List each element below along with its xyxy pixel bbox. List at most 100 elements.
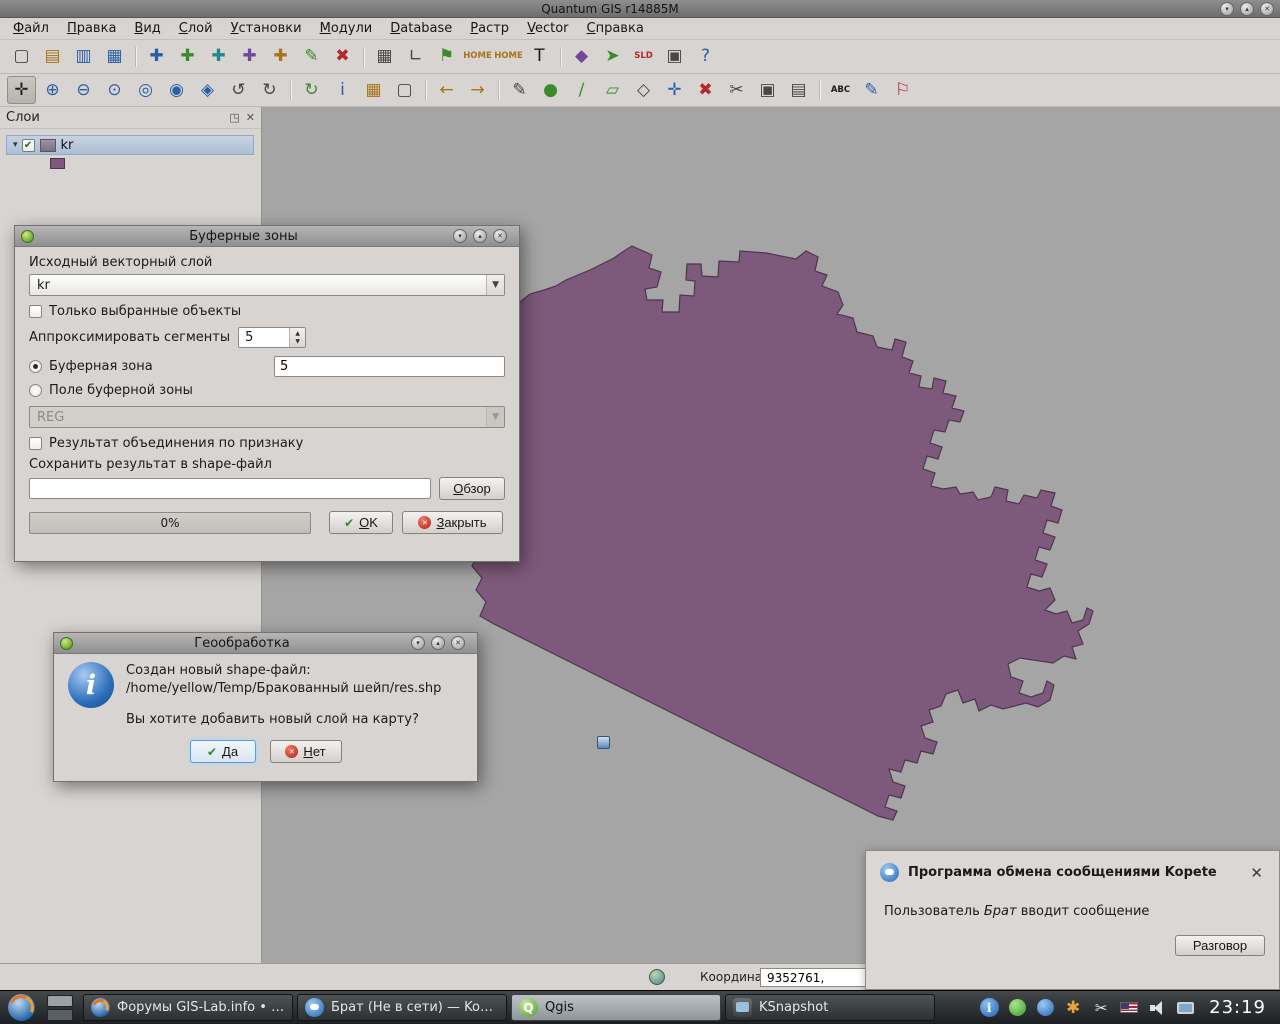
zoom-full-icon[interactable]: ◎ bbox=[131, 76, 160, 104]
identify-icon[interactable]: i bbox=[328, 76, 357, 104]
buffer-distance-radio[interactable] bbox=[29, 360, 42, 373]
toolbar-separator[interactable] bbox=[421, 76, 430, 104]
menu-item[interactable]: Установки bbox=[222, 19, 311, 38]
zoom-layer-icon[interactable]: ◈ bbox=[193, 76, 222, 104]
measure-dropdown-icon[interactable]: ∟ bbox=[401, 43, 430, 71]
save-path-input[interactable] bbox=[29, 478, 431, 499]
close-icon[interactable]: ✕ bbox=[1260, 2, 1274, 16]
pan-icon[interactable]: ✛ bbox=[7, 76, 36, 104]
attribute-table-icon[interactable]: ▦ bbox=[370, 43, 399, 71]
add-raster-layer-icon[interactable]: ✚ bbox=[173, 43, 202, 71]
browse-button[interactable]: Обзор bbox=[439, 477, 505, 500]
menu-item[interactable]: Vector bbox=[518, 19, 577, 38]
only-selected-checkbox[interactable] bbox=[29, 305, 42, 318]
add-spatialite-layer-icon[interactable]: ✚ bbox=[235, 43, 264, 71]
tree-expander-icon[interactable]: ▾ bbox=[13, 140, 18, 150]
volume-icon[interactable] bbox=[1145, 996, 1169, 1020]
delete-selected-icon[interactable]: ✖ bbox=[691, 76, 720, 104]
toolbar-separator[interactable] bbox=[815, 76, 824, 104]
display-settings-icon[interactable] bbox=[1173, 996, 1197, 1020]
text-annotation-icon[interactable]: T bbox=[525, 43, 554, 71]
menu-item[interactable]: Модули bbox=[311, 19, 382, 38]
capture-point-icon[interactable]: ● bbox=[536, 76, 565, 104]
buffer-field-radio[interactable] bbox=[29, 384, 42, 397]
dialog-close-icon[interactable]: ✕ bbox=[493, 229, 507, 243]
maximize-icon[interactable]: ▴ bbox=[1240, 2, 1254, 16]
dialog-maximize-icon[interactable]: ▴ bbox=[431, 636, 445, 650]
select-features-icon[interactable]: ▦ bbox=[359, 76, 388, 104]
layer-row[interactable]: ▾ ✔ kr bbox=[6, 135, 254, 155]
desktop-pager-2[interactable] bbox=[47, 1009, 73, 1021]
taskbar-task[interactable]: Q Qgis bbox=[511, 994, 721, 1021]
layer-checkbox[interactable]: ✔ bbox=[22, 139, 35, 152]
panel-close-icon[interactable]: ✕ bbox=[246, 111, 255, 124]
save-project-icon[interactable]: ▥ bbox=[69, 43, 98, 71]
menu-item[interactable]: Справка bbox=[578, 19, 653, 38]
decoration-icon[interactable]: ⚐ bbox=[888, 76, 917, 104]
capture-polygon-icon[interactable]: ▱ bbox=[598, 76, 627, 104]
capture-line-icon[interactable]: ∕ bbox=[567, 76, 596, 104]
klipper-icon[interactable]: ✂ bbox=[1089, 996, 1113, 1020]
zoom-last-icon[interactable]: ↺ bbox=[224, 76, 253, 104]
menu-item[interactable]: Правка bbox=[58, 19, 125, 38]
bookmark-home-icon[interactable]: HOME bbox=[494, 43, 523, 71]
annotation-icon[interactable]: ✎ bbox=[857, 76, 886, 104]
new-shapefile-icon[interactable]: ✎ bbox=[297, 43, 326, 71]
dialog-minimize-icon[interactable]: ▾ bbox=[411, 636, 425, 650]
dissolve-checkbox[interactable] bbox=[29, 437, 42, 450]
kopete-online-icon[interactable] bbox=[1005, 996, 1029, 1020]
minimize-icon[interactable]: ▾ bbox=[1220, 2, 1234, 16]
spinner-arrows-icon[interactable]: ▲▼ bbox=[289, 328, 305, 347]
taskbar-task[interactable]: Брат (Не в сети) — Kopete bbox=[297, 994, 507, 1021]
save-project-as-icon[interactable]: ▦ bbox=[100, 43, 129, 71]
toolbar-separator[interactable] bbox=[359, 43, 368, 71]
toolbar-separator[interactable] bbox=[286, 76, 295, 104]
move-feature-icon[interactable]: ✛ bbox=[660, 76, 689, 104]
help-icon[interactable]: ? bbox=[691, 43, 720, 71]
toolbar-separator[interactable] bbox=[494, 76, 503, 104]
map-tips-icon[interactable]: ⚑ bbox=[432, 43, 461, 71]
open-project-icon[interactable]: ▤ bbox=[38, 43, 67, 71]
close-button[interactable]: ✕ Закрыть bbox=[402, 511, 503, 534]
menu-item[interactable]: Слой bbox=[170, 19, 222, 38]
redo-icon[interactable]: → bbox=[463, 76, 492, 104]
dialog-maximize-icon[interactable]: ▴ bbox=[473, 229, 487, 243]
firefox-launcher[interactable] bbox=[8, 994, 35, 1021]
style-manager-icon[interactable]: ◆ bbox=[567, 43, 596, 71]
notifications-icon[interactable]: i bbox=[977, 996, 1001, 1020]
add-vector-layer-icon[interactable]: ✚ bbox=[142, 43, 171, 71]
home-extent-icon[interactable]: HOME bbox=[463, 43, 492, 71]
toggle-editing-icon[interactable]: ✎ bbox=[505, 76, 534, 104]
python-console-icon[interactable]: ➤ bbox=[598, 43, 627, 71]
cut-features-icon[interactable]: ✂ bbox=[722, 76, 751, 104]
new-project-icon[interactable]: ▢ bbox=[7, 43, 36, 71]
zoom-next-icon[interactable]: ↻ bbox=[255, 76, 284, 104]
node-tool-icon[interactable]: ◇ bbox=[629, 76, 658, 104]
kde-settings-icon[interactable]: ✱ bbox=[1061, 996, 1085, 1020]
dialog-close-icon[interactable]: ✕ bbox=[451, 636, 465, 650]
desktop-pager-1[interactable] bbox=[47, 995, 73, 1007]
zoom-actual-icon[interactable]: ⊙ bbox=[100, 76, 129, 104]
dialog-titlebar[interactable]: Буферные зоны ▾ ▴ ✕ bbox=[15, 226, 519, 247]
taskbar-task[interactable]: Форумы GIS-Lab.info • Просм bbox=[83, 994, 293, 1021]
dialog-minimize-icon[interactable]: ▾ bbox=[453, 229, 467, 243]
add-wms-layer-icon[interactable]: ✚ bbox=[266, 43, 295, 71]
only-selected-row[interactable]: Только выбранные объекты bbox=[29, 304, 505, 319]
source-layer-combobox[interactable]: kr ▼ bbox=[29, 274, 505, 296]
paste-features-icon[interactable]: ▤ bbox=[784, 76, 813, 104]
segments-spinner[interactable]: 5 ▲▼ bbox=[238, 327, 306, 348]
talk-button[interactable]: Разговор bbox=[1175, 935, 1265, 956]
notification-close-icon[interactable]: ✕ bbox=[1248, 864, 1265, 882]
labeling-icon[interactable]: ABC bbox=[826, 76, 855, 104]
copy-style-icon[interactable]: ▣ bbox=[660, 43, 689, 71]
copy-features-icon[interactable]: ▣ bbox=[753, 76, 782, 104]
yes-button[interactable]: ✔ Да bbox=[190, 740, 256, 763]
dialog-titlebar[interactable]: Геообработка ▾ ▴ ✕ bbox=[54, 633, 477, 654]
dissolve-row[interactable]: Результат объединения по признаку bbox=[29, 436, 505, 451]
zoom-in-icon[interactable]: ⊕ bbox=[38, 76, 67, 104]
no-button[interactable]: ✕ Нет bbox=[270, 740, 342, 763]
remove-layer-icon[interactable]: ✖ bbox=[328, 43, 357, 71]
zoom-out-icon[interactable]: ⊖ bbox=[69, 76, 98, 104]
buffer-distance-input[interactable] bbox=[274, 356, 505, 377]
kopete-status-icon[interactable] bbox=[1033, 996, 1057, 1020]
